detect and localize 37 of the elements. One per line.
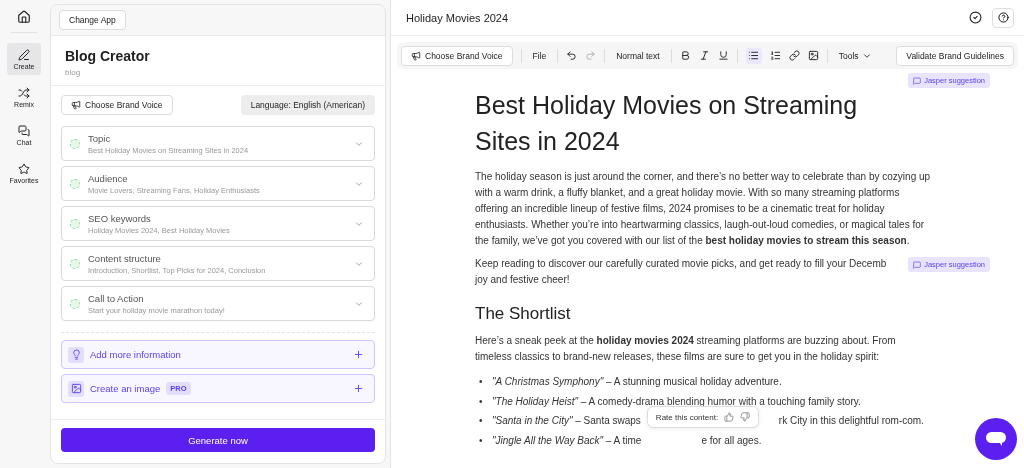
text-style-menu[interactable]: Normal text <box>613 48 663 63</box>
bullet: • <box>478 375 484 389</box>
bullet: • <box>478 414 484 428</box>
article-heading: Best Holiday Movies on Streaming Sites in 2024 <box>475 91 858 155</box>
brand-voice-button[interactable]: Choose Brand Voice <box>61 95 173 115</box>
list-item-text: e for all ages. <box>701 434 762 446</box>
field-label: Call to Action <box>88 292 145 304</box>
paragraph: The holiday season is just around the corner, and there’s no better way to celebrate than by cozying up with a warm drink, a fluffy blanket, and a great holiday movie. With so many streaming platforms offering an incredible lineup of festive films, 2024 promises to be a cinematic treat for holiday enthusiasts. Whether you’re into heartwarming classics, laugh-out-loud comedies, or magical tales for the family, we’ve got you covered with our list of the best holiday movies to stream this season. <box>475 170 932 248</box>
change-app-button[interactable]: Change App <box>59 10 126 30</box>
field-label: Topic <box>88 132 112 144</box>
file-menu[interactable]: File <box>529 48 550 63</box>
validate-button[interactable]: Validate Brand Guidelines <box>896 45 1014 66</box>
section-label: Create an image <box>90 383 161 394</box>
field-label: SEO keywords <box>88 212 152 224</box>
app-title: Blog Creator <box>65 48 151 64</box>
list-item-text: rk City in this delightful rom-com. <box>778 415 924 426</box>
bullet: • <box>478 433 484 448</box>
field-label: Content structure <box>88 252 162 264</box>
brand-voice-button[interactable]: Choose Brand Voice <box>401 45 513 66</box>
tools-menu[interactable]: Tools <box>835 48 875 63</box>
document-title: Holiday Movies 2024 <box>406 11 509 24</box>
paragraph-line: Keep reading to discover our carefully curated movie picks, and get ready to fill your Decemb <box>475 258 887 269</box>
rating-label: Rate this content: <box>655 412 719 422</box>
section-label: Add more information <box>90 349 181 360</box>
bullet: • <box>478 394 484 409</box>
paragraph-line: joy and festive cheer! <box>475 274 570 285</box>
field-label: Audience <box>88 172 129 184</box>
generate-button[interactable]: Generate now <box>61 428 375 452</box>
list-item-text: "A Christmas Symphony" – A stunning musical holiday adventure. <box>492 376 782 387</box>
paragraph: Here’s a sneak peek at the holiday movies 2024 streaming platforms are buzzing about. From timeless classics to brand-new releases, these films are sure to get you in the holiday spirit: <box>475 334 897 364</box>
section-heading: The Shortlist <box>475 304 572 324</box>
add-section-button[interactable]: Add more information <box>61 340 375 369</box>
list-item-text: "The Holiday Heist" – A comedy-drama blending humor with a touching family story. <box>492 395 861 407</box>
list-item-text: "Santa in the City" – Santa swaps <box>492 415 641 426</box>
list-item-text: "Jingle All the Way Back" – A time <box>492 434 642 446</box>
app-subtitle: blog <box>65 68 82 77</box>
language-button[interactable]: Language: English (American) <box>240 95 375 115</box>
